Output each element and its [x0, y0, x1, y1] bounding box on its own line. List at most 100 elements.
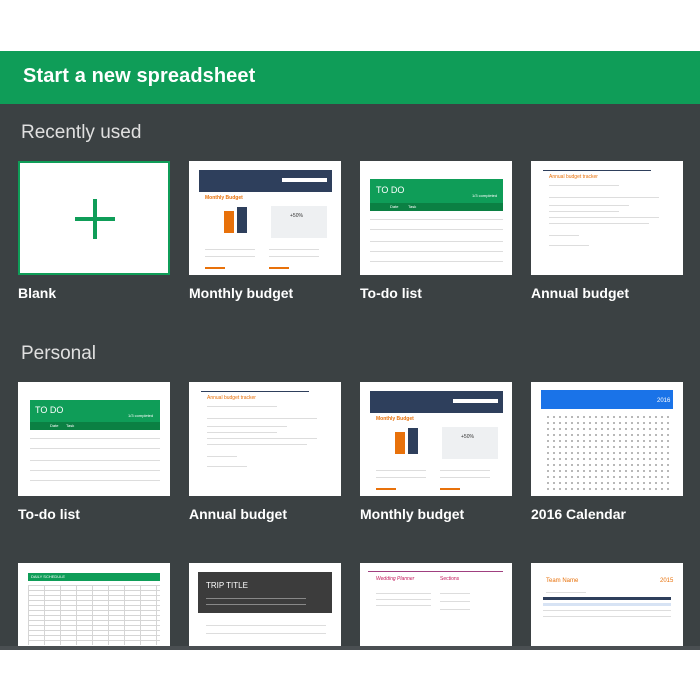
- thumb-line: [440, 470, 490, 471]
- thumb-line: [207, 444, 307, 445]
- thumb-income-label: [269, 267, 289, 269]
- thumb-line: [549, 235, 579, 236]
- thumb-line: [376, 605, 431, 606]
- thumb-todo-completed: 1/3 completed: [128, 413, 154, 418]
- template-card-monthly-budget[interactable]: Monthly Budget +50%: [189, 161, 341, 275]
- thumb-income-label: [440, 488, 460, 490]
- thumb-todo-col-task: Task: [408, 204, 417, 209]
- template-label-todo-list-personal: To-do list: [18, 506, 80, 522]
- thumb-line: [549, 211, 619, 212]
- plus-icon: [20, 163, 168, 273]
- template-gallery[interactable]: Recently used Blank Monthly Budget +50% …: [0, 104, 700, 648]
- template-label-2016-calendar: 2016 Calendar: [531, 506, 626, 522]
- thumb-line: [207, 426, 287, 427]
- thumb-line: [30, 448, 160, 449]
- thumb-line: [207, 438, 317, 439]
- thumb-line: [549, 185, 619, 186]
- thumb-todo-header: TO DO: [35, 405, 64, 415]
- thumb-todo-col-date: Date: [50, 423, 59, 428]
- thumb-line: [376, 599, 431, 600]
- thumb-line: [543, 616, 671, 617]
- thumb-monthly-title: Monthly Budget: [205, 195, 243, 201]
- thumb-line: [546, 592, 586, 593]
- template-card-todo-list-personal[interactable]: TO DO 1/3 completed Date Task: [18, 382, 170, 496]
- thumb-line: [30, 460, 160, 461]
- thumb-todo-completed: 1/3 completed: [472, 193, 498, 198]
- template-label-blank: Blank: [18, 285, 57, 301]
- thumb-line: [549, 223, 649, 224]
- thumb-schedule-grid: [28, 585, 160, 645]
- thumb-pct: +50%: [461, 434, 474, 440]
- template-card-trip-planner[interactable]: TRIP TITLE: [189, 563, 341, 648]
- template-card-annual-budget[interactable]: Annual budget tracker: [531, 161, 683, 275]
- thumb-pct-box: [442, 427, 498, 459]
- template-card-blank[interactable]: [18, 161, 170, 275]
- thumb-pct: +50%: [290, 213, 303, 219]
- thumb-line: [207, 432, 277, 433]
- thumb-todo-col-date: Date: [390, 204, 399, 209]
- thumb-line: [207, 406, 277, 407]
- section-title-recently-used: Recently used: [21, 122, 142, 143]
- thumb-line: [205, 249, 255, 250]
- thumb-top-rule: [201, 391, 309, 392]
- thumb-line: [207, 466, 247, 467]
- thumb-top-rule: [543, 170, 651, 171]
- thumb-annual-title: Annual budget tracker: [549, 174, 598, 180]
- thumb-line: [376, 593, 431, 594]
- template-label-monthly-budget: Monthly budget: [189, 285, 294, 301]
- thumb-line: [30, 480, 160, 481]
- thumb-line: [206, 633, 326, 634]
- thumb-line: [30, 438, 160, 439]
- thumb-team-table-head: [543, 597, 671, 600]
- thumb-line: [543, 610, 671, 611]
- thumb-team-title: Team Name: [546, 578, 579, 584]
- thumb-bar-navy: [237, 207, 247, 233]
- thumb-line: [205, 256, 255, 257]
- template-card-wedding-planner[interactable]: Wedding Planner Sections: [360, 563, 512, 648]
- thumb-line: [440, 609, 470, 610]
- thumb-line: [440, 601, 470, 602]
- header-bar: Start a new spreadsheet: [0, 51, 700, 104]
- template-card-2016-calendar[interactable]: 2016: [531, 382, 683, 496]
- thumb-line: [370, 261, 503, 262]
- thumb-line: [549, 205, 629, 206]
- thumb-wedding-sections: Sections: [440, 576, 460, 582]
- thumb-line: [370, 219, 503, 220]
- thumb-line: [440, 477, 490, 478]
- thumb-annual-title: Annual budget tracker: [207, 395, 256, 401]
- thumb-line: [206, 625, 326, 626]
- thumb-team-year: 2015: [660, 578, 674, 584]
- template-label-monthly-budget-personal: Monthly budget: [360, 506, 465, 522]
- thumb-trip-title: TRIP TITLE: [206, 581, 248, 590]
- thumb-expenses-label: [205, 267, 225, 269]
- thumb-line: [440, 593, 470, 594]
- template-card-monthly-budget-personal[interactable]: Monthly Budget +50%: [360, 382, 512, 496]
- thumb-banner-field: [282, 178, 327, 182]
- thumb-line: [207, 456, 237, 457]
- template-label-annual-budget: Annual budget: [531, 285, 629, 301]
- thumb-line: [207, 418, 317, 419]
- template-card-team-roster[interactable]: Team Name 2015: [531, 563, 683, 648]
- thumb-line: [376, 477, 426, 478]
- thumb-team-table-row: [543, 603, 671, 606]
- bottom-margin: [0, 650, 700, 700]
- thumb-bar-orange: [224, 211, 234, 233]
- thumb-line: [269, 256, 319, 257]
- thumb-line: [549, 217, 659, 218]
- thumb-calendar-banner: [541, 390, 673, 409]
- thumb-calendar-grid: [545, 414, 669, 490]
- thumb-schedule-title: DAILY SCHEDULE: [31, 574, 66, 579]
- template-card-todo-list[interactable]: TO DO 1/3 completed Date Task: [360, 161, 512, 275]
- thumb-pct-box: [271, 206, 327, 238]
- template-label-todo-list: To-do list: [360, 285, 422, 301]
- thumb-trip-banner: [198, 572, 332, 613]
- thumb-line: [549, 245, 589, 246]
- thumb-todo-col-task: Task: [66, 423, 75, 428]
- thumb-line: [30, 470, 160, 471]
- template-card-schedule[interactable]: DAILY SCHEDULE: [18, 563, 170, 648]
- thumb-line: [370, 251, 503, 252]
- section-title-personal: Personal: [21, 343, 96, 364]
- template-card-annual-budget-personal[interactable]: Annual budget tracker: [189, 382, 341, 496]
- thumb-line: [370, 229, 503, 230]
- thumb-line: [206, 604, 306, 605]
